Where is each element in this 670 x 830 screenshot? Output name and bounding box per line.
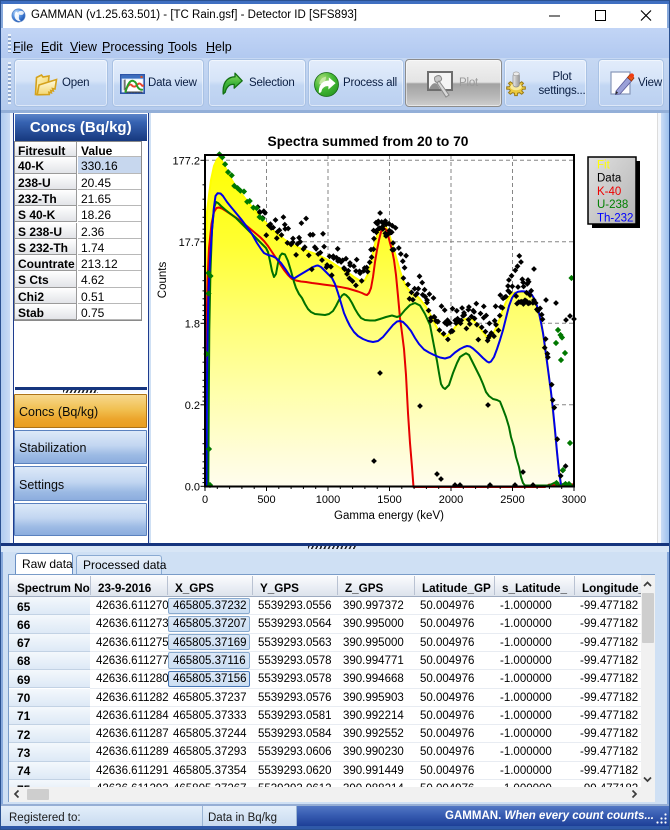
svg-text:Data: Data [597,173,622,185]
svg-text:2000: 2000 [439,494,463,506]
svg-text:1.8: 1.8 [185,318,200,330]
svg-text:U-238: U-238 [597,199,628,211]
svg-text:0.0: 0.0 [185,481,200,493]
svg-text:Fit: Fit [597,160,611,172]
svg-text:Th-232: Th-232 [597,212,633,224]
svg-text:Spectra summed from 20 to 70: Spectra summed from 20 to 70 [268,134,469,149]
svg-text:2500: 2500 [500,494,524,506]
svg-text:Counts: Counts [157,262,169,299]
svg-text:17.7: 17.7 [179,237,200,249]
svg-text:K-40: K-40 [597,186,621,198]
svg-text:0.2: 0.2 [185,400,200,412]
svg-text:3000: 3000 [562,494,586,506]
svg-text:0: 0 [202,494,208,506]
svg-text:500: 500 [257,494,275,506]
svg-text:177.2: 177.2 [172,155,200,167]
svg-text:1500: 1500 [377,494,401,506]
svg-text:Gamma energy (keV): Gamma energy (keV) [334,510,444,522]
svg-text:1000: 1000 [316,494,340,506]
